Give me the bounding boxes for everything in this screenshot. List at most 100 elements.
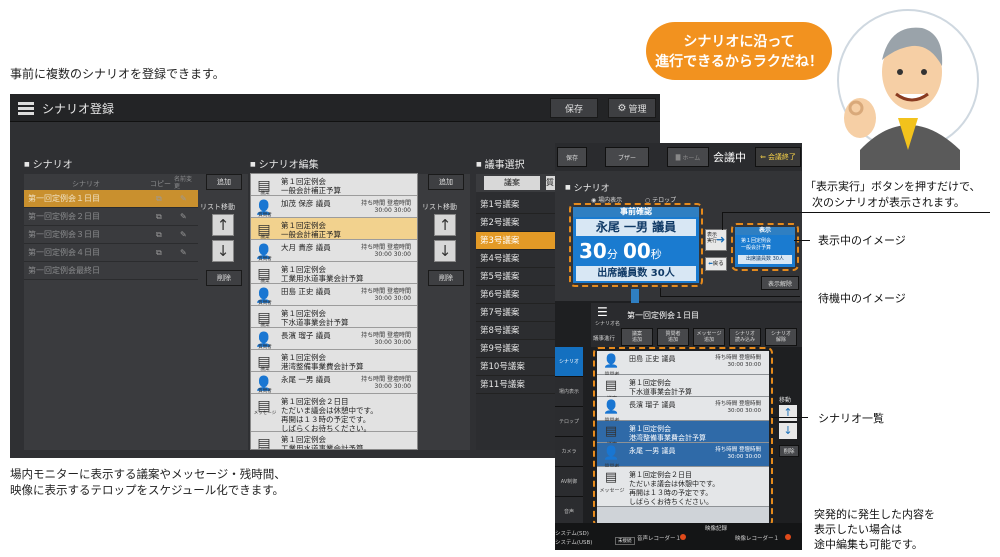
toolbar-button[interactable]: メッセージ 追加: [693, 328, 725, 346]
copy-icon[interactable]: ⧉: [156, 208, 162, 226]
agenda-item[interactable]: 第3号議案: [476, 232, 558, 250]
title-bar: シナリオ登録 保存 ⚙ 管理: [10, 94, 660, 122]
row-type-label: メッセージ: [253, 411, 277, 416]
scenario-item[interactable]: ▤議案第１回定例会 下水道事業会計予算: [597, 375, 769, 402]
list-down-button[interactable]: ↓: [779, 423, 797, 439]
tab-agenda[interactable]: 議案: [484, 176, 540, 190]
back-button[interactable]: ⬅戻る: [705, 257, 727, 271]
scenario-item[interactable]: ▤議案第１回定例会 港湾整備事業費会計予算: [597, 421, 769, 448]
preview-speaker: 永尾 一男 議員: [576, 219, 696, 236]
agenda-item[interactable]: 第4号議案: [476, 250, 558, 268]
edit-row[interactable]: 👤 質問者 永尾 一男 議員 持ち時間 登壇時間 30:00 30:00: [251, 372, 417, 394]
document-icon: ▤: [604, 470, 618, 485]
copy-icon[interactable]: ⧉: [156, 244, 162, 262]
buzzer-button[interactable]: ブザー: [605, 147, 649, 167]
delete-scenario-button[interactable]: 削除: [206, 270, 242, 286]
item-text: 第１回定例会 下水道事業会計予算: [629, 379, 692, 396]
edit-row[interactable]: 👤 質問者 加茂 保彦 議員 持ち時間 登壇時間 30:00 30:00: [251, 196, 417, 218]
edit-row[interactable]: 👤 質問者 大月 貴彦 議員 持ち時間 登壇時間 30:00 30:00: [251, 240, 417, 262]
edit-row[interactable]: 👤 質問者 長濱 瑠子 議員 持ち時間 登壇時間 30:00 30:00: [251, 328, 417, 350]
list-delete-button[interactable]: 削除: [779, 445, 799, 457]
edit-row[interactable]: 👤 質問者 田島 正史 議員 持ち時間 登壇時間 30:00 30:00: [251, 284, 417, 306]
scenario-row[interactable]: 第一回定例会３日目 ⧉ ✎: [24, 226, 198, 244]
pencil-icon[interactable]: ✎: [180, 190, 187, 208]
copy-icon[interactable]: ⧉: [156, 226, 162, 244]
toolbar-button[interactable]: シナリオ 読み込み: [729, 328, 761, 346]
delete-item-button[interactable]: 削除: [428, 270, 464, 286]
side-tab[interactable]: シナリオ: [555, 347, 583, 377]
item-time: 持ち時間 登壇時間 30:00 30:00: [715, 401, 761, 414]
scenario-item[interactable]: 👤質問者永尾 一男 議員持ち時間 登壇時間 30:00 30:00: [597, 443, 769, 470]
scenario-section-title: シナリオ: [24, 156, 73, 171]
item-down-button[interactable]: ↓: [434, 240, 456, 262]
item-text: 第１回定例会２日目 ただいま議会は休憩中です。 再開は１３時の予定です。 しばら…: [629, 471, 720, 506]
agenda-item[interactable]: 第9号議案: [476, 340, 558, 358]
end-meeting-label: 会議終了: [767, 153, 796, 161]
exit-icon: ⇐: [760, 153, 766, 161]
side-tab[interactable]: カメラ: [555, 437, 583, 467]
edit-row[interactable]: ▤ メッセージ 第１回定例会２日目 ただいま議会は休憩中です。 再開は１３時の予定で…: [251, 394, 417, 433]
end-meeting-button[interactable]: ⇐ 会議終了: [755, 147, 801, 167]
copy-icon[interactable]: ⧉: [156, 190, 162, 208]
add-scenario-button[interactable]: 追加: [206, 174, 242, 190]
add-item-button[interactable]: 追加: [428, 174, 464, 190]
window-title: シナリオ登録: [42, 102, 115, 116]
edit-row[interactable]: ▤議案第１回定例会 工業用水道事業会計予算: [251, 432, 417, 449]
pencil-icon[interactable]: ✎: [180, 208, 187, 226]
scenario-item[interactable]: 👤質問者長濱 瑠子 議員持ち時間 登壇時間 30:00 30:00: [597, 397, 769, 424]
toolbar-button[interactable]: 質問者 追加: [657, 328, 689, 346]
row-text: 長濱 瑠子 議員: [281, 331, 331, 340]
edit-row[interactable]: ▤ 議案 第１回定例会 下水道事業会計予算: [251, 306, 417, 328]
item-text: 田島 正史 議員: [629, 355, 676, 363]
agenda-item[interactable]: 第6号議案: [476, 286, 558, 304]
agenda-panel: 議案 質 第1号議案 第2号議案 第3号議案 第4号議案 第5号議案 第6号議案 第7号議案…: [476, 174, 558, 450]
person-icon: 👤: [603, 354, 620, 369]
agenda-item[interactable]: 第8号議案: [476, 322, 558, 340]
side-tab[interactable]: AV制御: [555, 467, 583, 497]
edit-row[interactable]: ▤ 議案 第１回定例会 一般会計補正予算: [251, 218, 417, 240]
scenario-item[interactable]: 👤質問者田島 正史 議員持ち時間 登壇時間 30:00 30:00: [597, 351, 769, 378]
side-tab[interactable]: 場内表示: [555, 377, 583, 407]
save-tool-button[interactable]: 保存: [557, 147, 587, 167]
save-button[interactable]: 保存: [550, 98, 598, 118]
timer-sec-unit: 秒: [650, 248, 662, 261]
toolbar-button[interactable]: 議案 追加: [621, 328, 653, 346]
item-time: 持ち時間 登壇時間 30:00 30:00: [715, 355, 761, 368]
show-execute-button[interactable]: 表示実行 ➜: [705, 229, 727, 251]
scenario-panel: シナリオ コピー 名前変更 第一回定例会１日目 ⧉ ✎ 第一回定例会２日目 ⧉ ✎ 第一…: [24, 174, 198, 450]
scenario-item[interactable]: ▤ メッセージ 第１回定例会２日目 ただいま議会は休憩中です。 再開は１３時の予定で…: [597, 467, 769, 507]
move-up-button[interactable]: ↑: [212, 214, 234, 236]
home-button[interactable]: ▇ ホーム: [667, 147, 709, 167]
agenda-item[interactable]: 第10号議案: [476, 358, 558, 376]
scenario-row[interactable]: 第一回定例会１日目 ⧉ ✎: [24, 190, 198, 208]
agenda-item[interactable]: 第7号議案: [476, 304, 558, 322]
toolbar-button[interactable]: シナリオ 解除: [765, 328, 797, 346]
scenario-row[interactable]: 第一回定例会最終日: [24, 262, 198, 280]
agenda-item[interactable]: 第11号議案: [476, 376, 558, 394]
menu-icon[interactable]: [18, 102, 34, 115]
list-up-button[interactable]: ↑: [779, 405, 797, 421]
row-text: 永尾 一男 議員: [281, 375, 331, 384]
edit-row[interactable]: ▤ 議案 第１回定例会 港湾整備事業費会計予算: [251, 350, 417, 372]
edit-row[interactable]: ▤ 議案 第１回定例会 一般会計補正予算: [251, 174, 417, 196]
waiting-stem: [660, 288, 661, 297]
row-text: 第１回定例会２日目 ただいま議会は休憩中です。 再開は１３時の予定です。 しばら…: [281, 397, 378, 433]
pencil-icon[interactable]: ✎: [180, 244, 187, 262]
pencil-icon[interactable]: ✎: [180, 226, 187, 244]
settings-button[interactable]: ⚙ 管理: [608, 98, 656, 118]
scenario-row[interactable]: 第一回定例会４日目 ⧉ ✎: [24, 244, 198, 262]
release-display-button[interactable]: 表示解除: [761, 276, 799, 290]
side-tab[interactable]: テロップ: [555, 407, 583, 437]
agenda-item[interactable]: 第5号議案: [476, 268, 558, 286]
scenario-row[interactable]: 第一回定例会２日目 ⧉ ✎: [24, 208, 198, 226]
agenda-item[interactable]: 第1号議案: [476, 196, 558, 214]
current-title: 表示: [735, 227, 795, 235]
move-down-button[interactable]: ↓: [212, 240, 234, 262]
item-up-button[interactable]: ↑: [434, 214, 456, 236]
bubble-line1: シナリオに沿って: [683, 34, 795, 50]
row-text: 第１回定例会 下水道事業会計予算: [281, 309, 349, 327]
row-time: 持ち時間 登壇時間 30:00 30:00: [361, 244, 411, 258]
edit-row[interactable]: ▤議案第１回定例会 工業用水道事業会計予算: [251, 262, 417, 284]
agenda-item[interactable]: 第2号議案: [476, 214, 558, 232]
arrow-up-icon: ↑: [438, 216, 452, 234]
